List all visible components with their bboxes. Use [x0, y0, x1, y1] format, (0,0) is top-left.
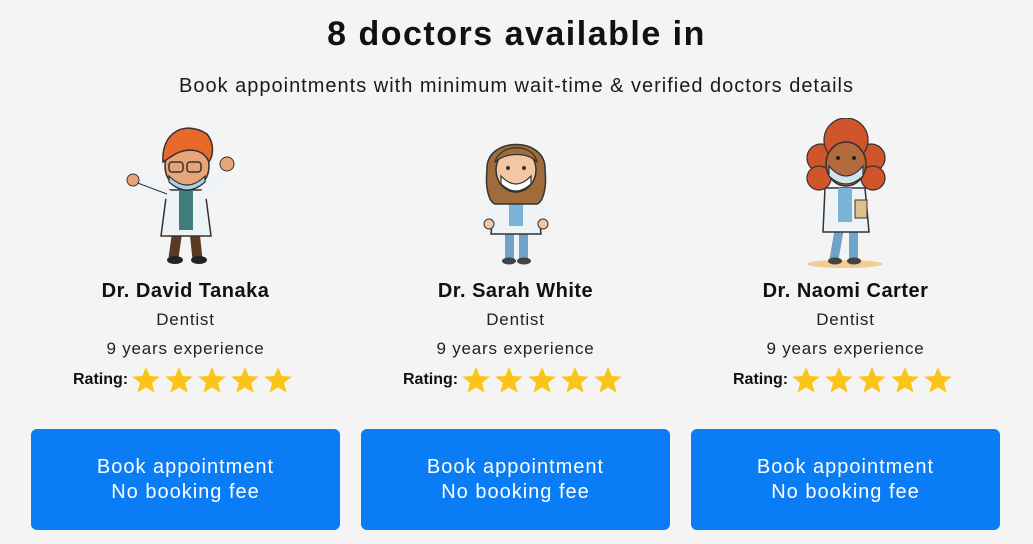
- book-button-line1: Book appointment: [426, 455, 605, 478]
- page-subtitle: Book appointments with minimum wait-time…: [178, 75, 855, 97]
- book-button-line1: Book appointment: [756, 455, 935, 478]
- star-icon: [856, 365, 888, 395]
- rating-label: Rating:: [403, 371, 459, 388]
- doctor-female-curly-avatar-icon: [785, 118, 905, 270]
- doctor-card: Dr. David Tanaka Dentist 9 years experie…: [31, 118, 340, 530]
- doctor-male-avatar-icon: [125, 118, 245, 270]
- book-button-line2: No booking fee: [771, 480, 920, 503]
- doctor-female-avatar-icon: [455, 118, 575, 270]
- doctor-specialty: Dentist: [156, 310, 215, 329]
- star-icon: [823, 365, 855, 395]
- doctor-name: Dr. David Tanaka: [101, 280, 270, 302]
- doctor-rating: Rating:: [733, 364, 955, 396]
- doctor-card: Dr. Naomi Carter Dentist 9 years experie…: [691, 118, 1000, 530]
- page-title: 8 doctors available in: [327, 15, 706, 53]
- doctor-experience: 9 years experience: [106, 339, 265, 358]
- doctor-experience: 9 years experience: [766, 339, 925, 358]
- book-button-line2: No booking fee: [111, 480, 260, 503]
- doctor-name: Dr. Sarah White: [437, 280, 594, 302]
- book-appointment-button[interactable]: Book appointment No booking fee: [691, 429, 1000, 530]
- doctor-name: Dr. Naomi Carter: [762, 280, 929, 302]
- star-icon: [262, 365, 294, 395]
- star-icon: [526, 365, 558, 395]
- book-appointment-button[interactable]: Book appointment No booking fee: [31, 429, 340, 530]
- star-icon: [592, 365, 624, 395]
- doctor-specialty: Dentist: [816, 310, 875, 329]
- doctor-rating: Rating:: [73, 364, 295, 396]
- star-icon: [889, 365, 921, 395]
- star-icon: [130, 365, 162, 395]
- doctor-specialty: Dentist: [486, 310, 545, 329]
- star-icon: [163, 365, 195, 395]
- star-icon: [790, 365, 822, 395]
- doctor-card: Dr. Sarah White Dentist 9 years experien…: [361, 118, 670, 530]
- book-button-line1: Book appointment: [96, 455, 275, 478]
- doctor-rating: Rating:: [403, 364, 625, 396]
- rating-label: Rating:: [733, 371, 789, 388]
- doctor-experience: 9 years experience: [436, 339, 595, 358]
- rating-label: Rating:: [73, 371, 129, 388]
- book-button-line2: No booking fee: [441, 480, 590, 503]
- star-icon: [196, 365, 228, 395]
- star-icon: [229, 365, 261, 395]
- star-icon: [493, 365, 525, 395]
- star-icon: [559, 365, 591, 395]
- book-appointment-button[interactable]: Book appointment No booking fee: [361, 429, 670, 530]
- star-icon: [460, 365, 492, 395]
- star-icon: [922, 365, 954, 395]
